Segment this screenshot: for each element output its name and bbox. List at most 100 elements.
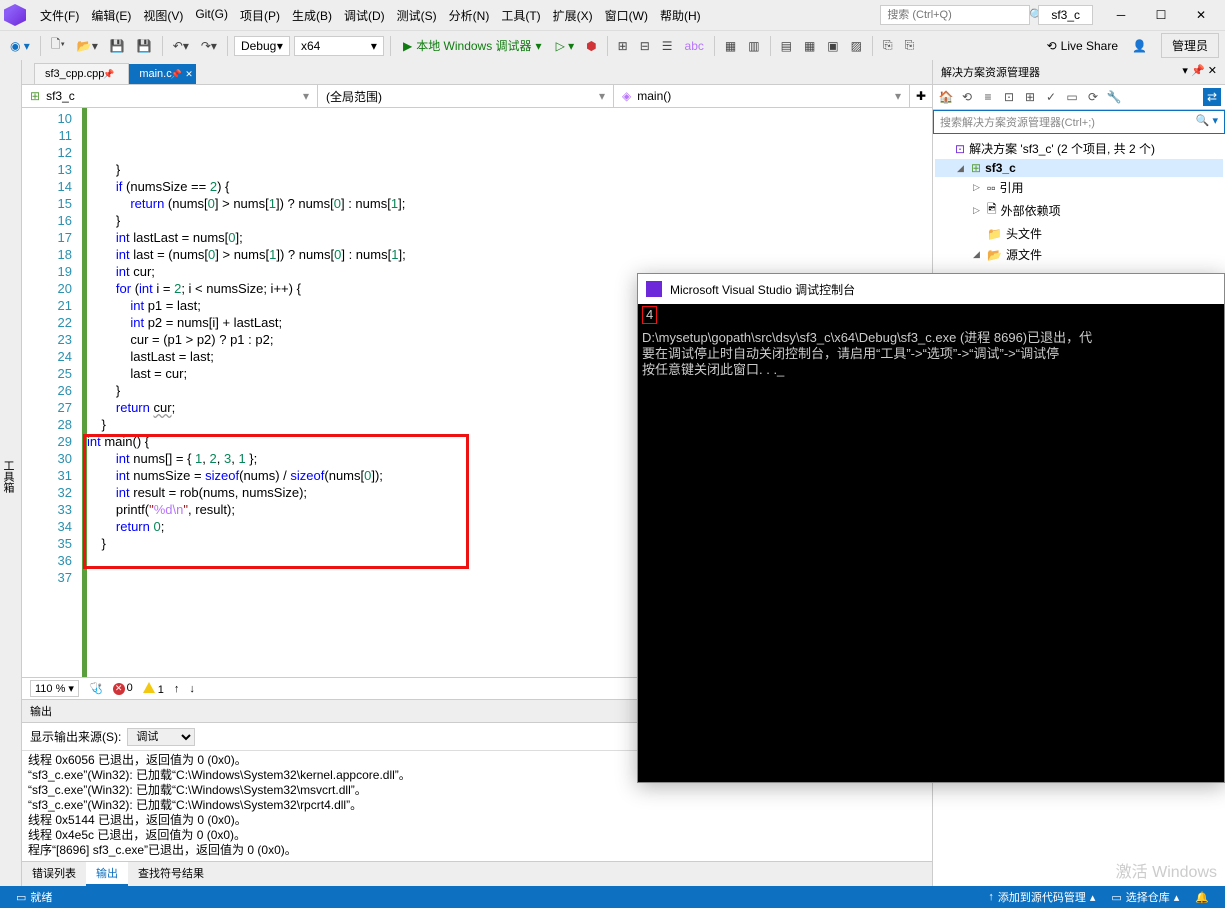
nav-scope[interactable]: ⊞sf3_c▾: [22, 85, 318, 107]
rp-icon[interactable]: ✓: [1042, 88, 1060, 106]
debug-console-window[interactable]: Microsoft Visual Studio 调试控制台 4 D:\myset…: [637, 273, 1225, 783]
output-source-combo[interactable]: 调试: [127, 728, 195, 746]
console-titlebar[interactable]: Microsoft Visual Studio 调试控制台: [638, 274, 1224, 304]
menu-item[interactable]: 扩展(X): [547, 3, 599, 28]
sb-bell-icon[interactable]: 🔔: [1187, 889, 1217, 905]
close-icon[interactable]: ✕: [185, 69, 193, 80]
menu-item[interactable]: 视图(V): [137, 3, 189, 28]
bottom-tab[interactable]: 错误列表: [22, 862, 86, 886]
menu-item[interactable]: Git(G): [189, 3, 234, 28]
sb-repo[interactable]: ▭ 选择仓库 ▴: [1103, 889, 1187, 905]
tb-icon-4[interactable]: abc: [681, 36, 708, 56]
nav-member[interactable]: ◈main()▾: [614, 85, 910, 107]
nav-down-icon[interactable]: ↓: [189, 683, 195, 695]
rp-home-icon[interactable]: 🏠: [937, 88, 955, 106]
tb-icon-9[interactable]: ▣: [823, 36, 842, 56]
liveshare-button[interactable]: ⟲ Live Share: [1041, 36, 1124, 56]
tb-icon-1[interactable]: ⊞: [614, 36, 632, 56]
tree-node[interactable]: ▷🖻外部依赖项: [935, 198, 1223, 223]
tree-node[interactable]: ▷▫▫引用: [935, 177, 1223, 198]
tb-icon-6[interactable]: ▥: [744, 36, 763, 56]
minimize-button[interactable]: ─: [1101, 1, 1141, 29]
console-title-text: Microsoft Visual Studio 调试控制台: [670, 281, 855, 298]
rp-icon[interactable]: ⊡: [1000, 88, 1018, 106]
menu-item[interactable]: 分析(N): [443, 3, 496, 28]
pin-icon[interactable]: 📌: [171, 69, 182, 80]
maximize-button[interactable]: ☐: [1141, 1, 1181, 29]
bottom-tab[interactable]: 输出: [86, 862, 128, 886]
admin-label: 管理员: [1161, 33, 1219, 58]
nav-back-icon[interactable]: ◉ ▾: [6, 36, 34, 56]
toolbox-tab[interactable]: 工具箱: [0, 60, 22, 886]
menu-item[interactable]: 项目(P): [234, 3, 286, 28]
save-all-icon[interactable]: 💾: [133, 36, 156, 56]
nav-plus-icon[interactable]: ✚: [910, 85, 932, 107]
tb-icon-10[interactable]: ▨: [847, 36, 866, 56]
warning-count[interactable]: 1: [143, 682, 164, 696]
console-icon: [646, 281, 662, 297]
nav-bar: ⊞sf3_c▾ (全局范围)▾ ◈main()▾ ✚: [22, 84, 932, 108]
bottom-tab[interactable]: 查找符号结果: [128, 862, 214, 886]
tb-icon-12[interactable]: ⎘: [901, 35, 919, 56]
run-nodebug-icon[interactable]: ▷ ▾: [552, 36, 579, 56]
rp-switch-icon[interactable]: ⇄: [1203, 88, 1221, 106]
tree-node[interactable]: 📁头文件: [935, 223, 1223, 244]
tab-sf3cpp[interactable]: sf3_cpp.cpp📌: [34, 63, 129, 84]
menu-item[interactable]: 测试(S): [391, 3, 443, 28]
sb-source-control[interactable]: ↑ 添加到源代码管理 ▴: [980, 889, 1103, 905]
redo-icon[interactable]: ↷▾: [197, 36, 221, 56]
tree-project[interactable]: ◢⊞sf3_c: [935, 159, 1223, 177]
tab-mainc[interactable]: main.c📌✕: [129, 64, 195, 84]
console-body[interactable]: 4 D:\mysetup\gopath\src\dsy\sf3_c\x64\De…: [638, 304, 1224, 380]
stop-icon[interactable]: ⬢: [582, 36, 600, 56]
menu-item[interactable]: 编辑(E): [85, 3, 137, 28]
rp-icon[interactable]: ⟳: [1084, 88, 1102, 106]
tb-icon-11[interactable]: ⎘: [879, 35, 897, 56]
close-button[interactable]: ✕: [1181, 1, 1221, 29]
highlight-box: [83, 434, 469, 569]
search-input[interactable]: [887, 9, 1029, 21]
health-icon[interactable]: 🩺: [89, 682, 103, 695]
output-title: 输出: [30, 703, 52, 719]
pin-icon[interactable]: 📌: [1191, 65, 1205, 77]
undo-icon[interactable]: ↶▾: [169, 36, 193, 56]
console-output-value: 4: [642, 306, 657, 324]
menu-item[interactable]: 调试(D): [338, 3, 391, 28]
global-search[interactable]: 🔍: [880, 5, 1030, 25]
tb-icon-7[interactable]: ▤: [777, 36, 796, 56]
nav-up-icon[interactable]: ↑: [174, 683, 180, 695]
rp-icon[interactable]: 🔧: [1105, 88, 1123, 106]
config-combo[interactable]: Debug▾: [234, 36, 290, 56]
open-icon[interactable]: 📂▾: [73, 36, 102, 56]
tb-icon-2[interactable]: ⊟: [636, 36, 654, 56]
error-count[interactable]: ✕0: [113, 682, 133, 695]
rp-icon[interactable]: ⟲: [958, 88, 976, 106]
account-icon[interactable]: 👤: [1128, 36, 1151, 56]
menu-item[interactable]: 窗口(W): [599, 3, 654, 28]
nav-region[interactable]: (全局范围)▾: [318, 85, 614, 107]
menu-item[interactable]: 文件(F): [34, 3, 85, 28]
platform-combo[interactable]: x64▾: [294, 36, 384, 56]
rp-icon[interactable]: ⊞: [1021, 88, 1039, 106]
tree-node[interactable]: ◢📂源文件: [935, 244, 1223, 265]
bottom-tabstrip: 错误列表输出查找符号结果: [22, 861, 932, 886]
menu-item[interactable]: 帮助(H): [654, 3, 707, 28]
tb-icon-8[interactable]: ▦: [800, 36, 819, 56]
new-file-icon[interactable]: 🗋▾: [47, 32, 69, 59]
run-debug-button[interactable]: ▶ 本地 Windows 调试器 ▾: [397, 34, 548, 57]
pin-icon[interactable]: 📌: [103, 69, 114, 80]
close-icon[interactable]: ✕: [1208, 65, 1217, 77]
tb-icon-5[interactable]: ▦: [721, 36, 740, 56]
solution-search[interactable]: 搜索解决方案资源管理器(Ctrl+;) 🔍 ▾: [933, 110, 1225, 134]
rp-icon[interactable]: ≡: [979, 88, 997, 106]
solution-title: 解决方案资源管理器: [941, 64, 1040, 80]
vs-logo-icon: [4, 4, 26, 26]
tb-icon-3[interactable]: ☰: [658, 36, 677, 56]
zoom-combo[interactable]: 110 % ▾: [30, 680, 79, 697]
menu-item[interactable]: 工具(T): [495, 3, 546, 28]
save-icon[interactable]: 💾: [106, 36, 129, 56]
rp-icon[interactable]: ▭: [1063, 88, 1081, 106]
menu-item[interactable]: 生成(B): [286, 3, 338, 28]
tree-solution-root[interactable]: ⊡解决方案 'sf3_c' (2 个项目, 共 2 个): [935, 138, 1223, 159]
dropdown-icon[interactable]: ▾: [1182, 65, 1188, 77]
